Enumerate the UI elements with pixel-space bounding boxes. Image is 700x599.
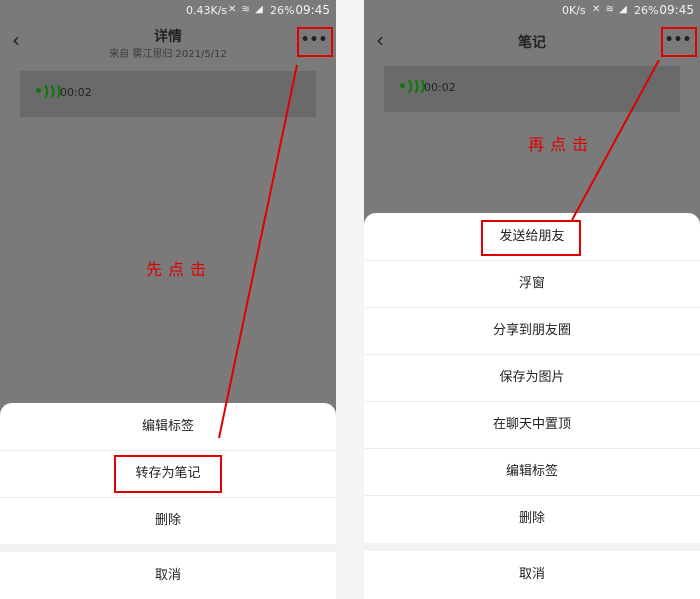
left-screen: 0.43K/s ✕ ≋ ◢ 26% 09:45 ‹ 详情 来自 雾江思归 202… xyxy=(0,0,336,599)
annotation-second-click: 再点击 xyxy=(528,135,595,154)
sheet-item-delete[interactable]: 删除 xyxy=(0,497,336,544)
signal-icons: ✕ ≋ ◢ xyxy=(228,4,264,15)
action-sheet: 编辑标签 转存为笔记 删除 取消 xyxy=(0,403,336,599)
action-sheet: 发送给朋友 浮窗 分享到朋友圈 保存为图片 在聊天中置顶 编辑标签 删除 取消 xyxy=(364,213,700,599)
sheet-item-float-window[interactable]: 浮窗 xyxy=(364,260,700,308)
sheet-divider xyxy=(364,543,700,551)
annotation-first-click: 先点击 xyxy=(146,260,213,279)
clock: 09:45 xyxy=(659,3,694,17)
voice-duration: 00:02 xyxy=(424,81,456,94)
network-speed: 0K/s xyxy=(562,4,586,17)
clock: 09:45 xyxy=(295,3,330,17)
highlight-save-as-note xyxy=(114,455,222,493)
network-speed: 0.43K/s xyxy=(186,4,228,17)
page-subtitle: 来自 雾江思归 2021/5/12 xyxy=(109,49,227,60)
status-bar: 0.43K/s ✕ ≋ ◢ 26% 09:45 xyxy=(0,0,336,22)
battery-level: 26% xyxy=(634,4,659,17)
cancel-button[interactable]: 取消 xyxy=(364,551,700,598)
sheet-divider xyxy=(0,544,336,552)
status-bar: 0K/s ✕ ≋ ◢ 26% 09:45 xyxy=(364,0,700,22)
page-title: 详情 xyxy=(154,29,182,45)
highlight-more-button xyxy=(661,27,697,57)
right-screen: 0K/s ✕ ≋ ◢ 26% 09:45 ‹ 笔记 ••• •))) 00:02… xyxy=(364,0,700,599)
signal-icons: ✕ ≋ ◢ xyxy=(592,4,628,15)
sheet-item-delete[interactable]: 删除 xyxy=(364,495,700,542)
voice-message[interactable]: •))) 00:02 xyxy=(20,71,316,117)
divider xyxy=(336,0,364,599)
voice-message[interactable]: •))) 00:02 xyxy=(384,66,680,112)
sheet-item-edit-tags[interactable]: 编辑标签 xyxy=(0,403,336,451)
battery-level: 26% xyxy=(270,4,295,17)
voice-duration: 00:02 xyxy=(60,86,92,99)
sheet-item-save-image[interactable]: 保存为图片 xyxy=(364,354,700,402)
voice-wave-icon: •))) xyxy=(398,79,427,95)
sheet-item-share-moments[interactable]: 分享到朋友圈 xyxy=(364,307,700,355)
cancel-button[interactable]: 取消 xyxy=(0,552,336,599)
voice-wave-icon: •))) xyxy=(34,84,63,100)
sheet-item-pin-chat[interactable]: 在聊天中置顶 xyxy=(364,401,700,449)
page-title: 笔记 xyxy=(518,35,546,51)
highlight-more-button xyxy=(297,27,333,57)
highlight-send-to-friend xyxy=(481,220,581,256)
sheet-item-edit-tags[interactable]: 编辑标签 xyxy=(364,448,700,496)
